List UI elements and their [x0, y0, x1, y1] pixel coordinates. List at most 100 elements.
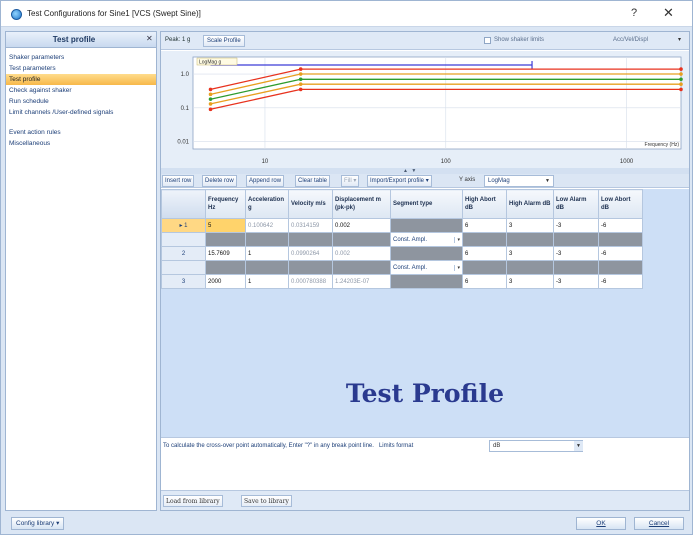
cell-high-alarm[interactable]: 3 — [506, 218, 554, 233]
chart-toolbar: Peak: 1 g Scale Profile Show shaker limi… — [161, 32, 689, 50]
cell-displacement[interactable]: 0.002 — [332, 246, 391, 261]
header-acceleration[interactable]: Acceleration g — [245, 189, 289, 219]
cell-acceleration[interactable]: 0.100642 — [245, 218, 289, 233]
help-button[interactable]: ? — [631, 7, 637, 19]
x-axis-label: Frequency (Hz) — [645, 142, 680, 148]
cell-high-alarm[interactable]: 3 — [506, 274, 554, 289]
append-row-button[interactable]: Append row — [246, 175, 285, 187]
nav-item-miscellaneous[interactable]: Miscellaneous — [6, 138, 156, 149]
cell-low-abort[interactable]: -6 — [598, 274, 643, 289]
units-selector[interactable]: Acc/Vel/Displ — [613, 37, 648, 43]
info-row: To calculate the cross-over point automa… — [161, 437, 689, 489]
nav-close-icon[interactable]: ✕ — [146, 34, 153, 43]
header-high-alarm[interactable]: High Alarm dB — [506, 189, 554, 219]
navigation-panel: Test profile ✕ Shaker parameters Test pa… — [5, 31, 157, 511]
y-axis-dropdown-icon[interactable]: ▼ — [545, 178, 550, 184]
crossover-hint: To calculate the cross-over point automa… — [163, 443, 413, 449]
cell-low-alarm[interactable]: -3 — [553, 246, 599, 261]
app-icon — [11, 9, 22, 20]
clear-table-button[interactable]: Clear table — [295, 175, 331, 187]
grid-toolbar: Insert row Delete row Append row Clear t… — [161, 174, 689, 188]
cell-velocity[interactable]: 0.0314159 — [288, 218, 333, 233]
cell-frequency[interactable]: 15.7609 — [205, 246, 246, 261]
cell-displacement[interactable]: 0.002 — [332, 218, 391, 233]
nav-item-shaker-parameters[interactable]: Shaker parameters — [6, 52, 156, 63]
limits-dropdown-icon[interactable]: ▼ — [574, 441, 583, 451]
fill-button[interactable]: Fill ▾ — [341, 175, 360, 187]
cell-high-abort[interactable]: 6 — [462, 274, 507, 289]
series-point — [298, 77, 303, 82]
segment-type-select[interactable]: Const. Ampl. ▾ — [390, 260, 463, 275]
series-point — [208, 92, 213, 97]
nav-item-check-against-shaker[interactable]: Check against shaker — [6, 85, 156, 96]
main-panel: Peak: 1 g Scale Profile Show shaker limi… — [160, 31, 690, 511]
cell-frequency[interactable]: 5 — [205, 218, 246, 233]
insert-row-button[interactable]: Insert row — [162, 175, 195, 187]
segment-row-header — [161, 260, 206, 275]
nav-item-run-schedule[interactable]: Run schedule — [6, 96, 156, 107]
header-high-abort[interactable]: High Abort dB — [462, 189, 507, 219]
segment-type-value: Const. Ampl. — [393, 264, 428, 271]
segment-filler — [205, 232, 246, 247]
import-export-profile-button[interactable]: Import/Export profile ▾ — [367, 175, 432, 187]
header-frequency[interactable]: Frequency Hz — [205, 189, 246, 219]
segment-dropdown-icon[interactable]: ▾ — [454, 236, 460, 243]
header-low-abort[interactable]: Low Abort dB — [598, 189, 643, 219]
nav-item-event-action-rules[interactable]: Event action rules — [6, 127, 156, 138]
window-title: Test Configurations for Sine1 [VCS (Swep… — [27, 9, 201, 18]
row-number[interactable]: 3 — [161, 274, 206, 289]
show-shaker-limits-checkbox[interactable] — [484, 37, 491, 44]
segment-filler — [598, 260, 643, 275]
nav-item-test-profile[interactable]: Test profile — [6, 74, 156, 85]
row-number[interactable]: 2 — [161, 246, 206, 261]
cell-acceleration[interactable]: 1 — [245, 274, 289, 289]
config-library-button[interactable]: Config library ▾ — [11, 517, 65, 530]
row-number[interactable]: ▸ 1 — [161, 218, 206, 233]
cell-low-alarm[interactable]: -3 — [553, 274, 599, 289]
table-row[interactable]: 3 2000 1 0.000780388 1.24203E-07 6 3 -3 … — [161, 274, 643, 289]
ok-button-label: OK — [596, 520, 606, 527]
table-row[interactable]: ▸ 1 5 0.100642 0.0314159 0.002 6 3 -3 -6 — [161, 218, 643, 233]
y-axis-select[interactable]: LogMag ▼ — [484, 175, 554, 187]
cancel-button[interactable]: Cancel — [634, 517, 684, 530]
header-corner[interactable] — [161, 189, 206, 219]
scale-profile-button[interactable]: Scale Profile — [203, 35, 245, 47]
limits-format-select[interactable]: dB ▼ — [489, 440, 583, 452]
cell-velocity[interactable]: 0.0990264 — [288, 246, 333, 261]
header-displacement[interactable]: Displacement m (pk-pk) — [332, 189, 391, 219]
cell-high-alarm[interactable]: 3 — [506, 246, 554, 261]
cell-low-abort[interactable]: -6 — [598, 218, 643, 233]
cell-velocity[interactable]: 0.000780388 — [288, 274, 333, 289]
cell-segment-type — [390, 218, 463, 233]
load-from-library-button[interactable]: Load from library — [163, 495, 223, 507]
series-point — [679, 67, 683, 71]
header-segment-type[interactable]: Segment type — [390, 189, 463, 219]
units-dropdown-icon[interactable]: ▾ — [678, 36, 681, 43]
segment-dropdown-icon[interactable]: ▾ — [454, 264, 460, 271]
close-button[interactable]: ✕ — [663, 5, 674, 21]
delete-row-button[interactable]: Delete row — [202, 175, 237, 187]
cell-frequency[interactable]: 2000 — [205, 274, 246, 289]
nav-item-test-parameters[interactable]: Test parameters — [6, 63, 156, 74]
plot-area — [192, 56, 682, 150]
cell-high-abort[interactable]: 6 — [462, 218, 507, 233]
series-point — [208, 107, 213, 112]
segment-filler — [288, 232, 333, 247]
cell-high-abort[interactable]: 6 — [462, 246, 507, 261]
cell-low-alarm[interactable]: -3 — [553, 218, 599, 233]
profile-grid-area: Frequency Hz Acceleration g Velocity m/s… — [161, 189, 689, 437]
show-shaker-limits-label: Show shaker limits — [494, 37, 545, 43]
test-profile-watermark: Test Profile — [345, 379, 505, 408]
ok-button[interactable]: OK — [576, 517, 626, 530]
header-velocity[interactable]: Velocity m/s — [288, 189, 333, 219]
y-tick-label: 0.1 — [181, 106, 190, 112]
profile-chart: 10 100 1000 1.0 0.1 0.01 LogMag g Frequency (Hz… — [161, 51, 689, 168]
nav-item-limit-channels[interactable]: Limit channels /User-defined signals — [6, 107, 156, 127]
cell-acceleration[interactable]: 1 — [245, 246, 289, 261]
header-low-alarm[interactable]: Low Alarm dB — [553, 189, 599, 219]
segment-type-select[interactable]: Const. Ampl. ▾ — [390, 232, 463, 247]
cell-displacement[interactable]: 1.24203E-07 — [332, 274, 391, 289]
save-to-library-button[interactable]: Save to library — [241, 495, 292, 507]
cell-low-abort[interactable]: -6 — [598, 246, 643, 261]
table-row[interactable]: 2 15.7609 1 0.0990264 0.002 6 3 -3 -6 — [161, 246, 643, 261]
